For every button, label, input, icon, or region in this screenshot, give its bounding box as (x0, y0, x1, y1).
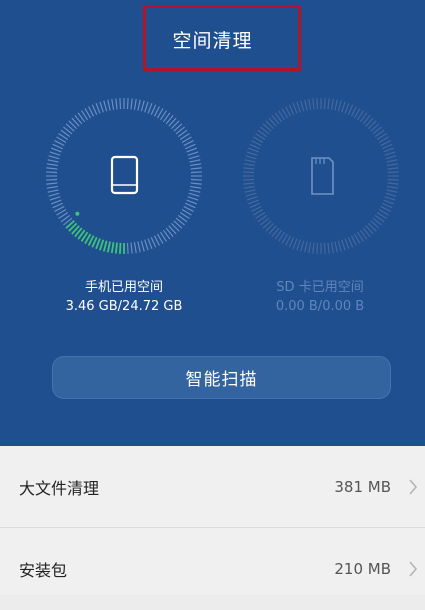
list-item-size: 210 MB (334, 560, 391, 578)
sd-storage-value: 0.00 B/0.00 B (275, 299, 365, 314)
phone-storage-label: 手机已用空间 (84, 280, 163, 295)
title-highlight-box (143, 5, 301, 71)
chevron-right-icon (409, 561, 418, 577)
phone-storage-value: 3.46 GB/24.72 GB (65, 299, 183, 314)
list-item-large-files[interactable]: 大文件清理 381 MB (0, 446, 425, 528)
chevron-right-icon (409, 479, 418, 495)
list-item-name: 大文件清理 (19, 479, 100, 498)
list-item-size: 381 MB (334, 478, 391, 496)
list-item-install-packages[interactable]: 安装包 210 MB (0, 528, 425, 610)
phone-storage-gauge (44, 96, 204, 256)
smart-scan-button[interactable]: 智能扫描 (52, 356, 391, 399)
phone-icon (110, 155, 139, 195)
sd-storage-label: SD 卡已用空间 (276, 280, 364, 295)
list-item-name: 安装包 (19, 561, 68, 580)
sd-card-icon (311, 157, 334, 195)
sd-storage-gauge (241, 96, 401, 256)
